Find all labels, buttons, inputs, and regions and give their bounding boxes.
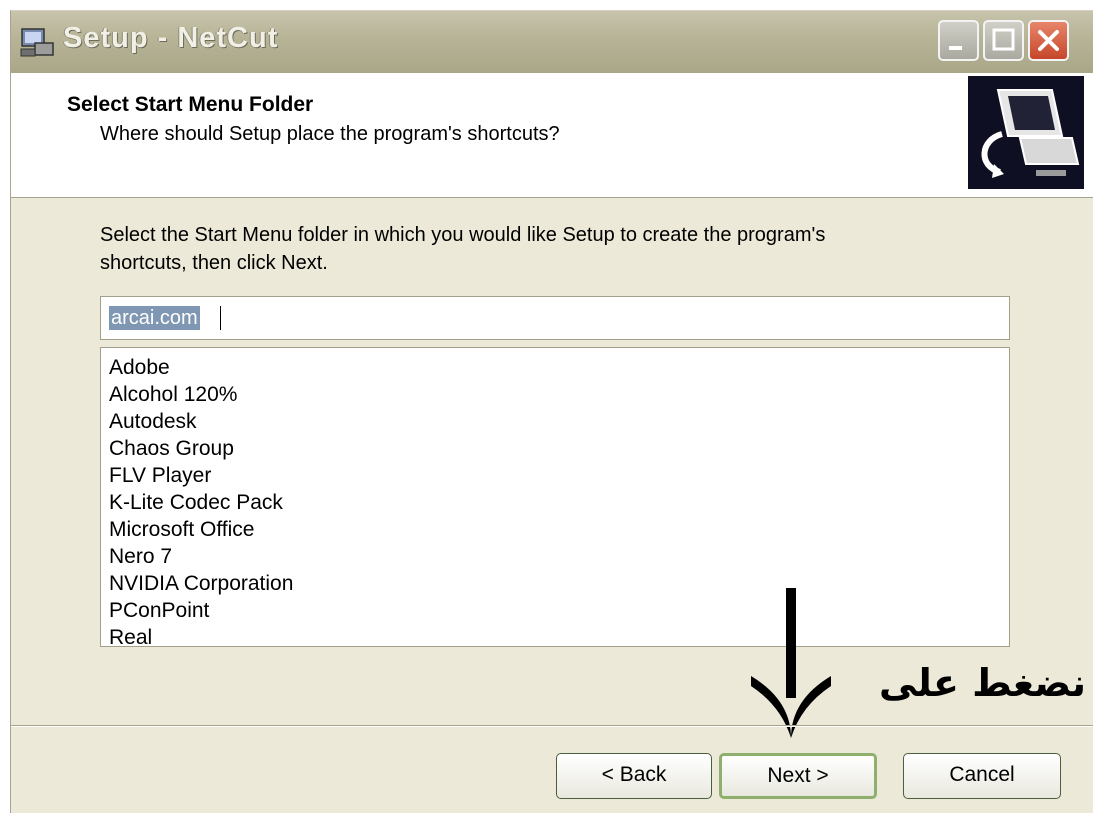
- setup-computer-icon: [20, 28, 54, 57]
- back-button[interactable]: < Back: [556, 753, 712, 799]
- window-title: Setup - NetCut: [63, 22, 279, 54]
- list-item[interactable]: Real: [109, 624, 293, 646]
- minimize-icon: [949, 46, 962, 50]
- close-icon: [1038, 30, 1059, 51]
- list-item[interactable]: K-Lite Codec Pack: [109, 489, 293, 516]
- page-title: Select Start Menu Folder: [67, 93, 314, 116]
- start-menu-folder-input[interactable]: arcai.com: [100, 296, 1010, 340]
- cancel-button[interactable]: Cancel: [903, 753, 1061, 799]
- folder-listbox[interactable]: Adobe Alcohol 120% Autodesk Chaos Group …: [100, 347, 1010, 647]
- install-computer-icon: [968, 76, 1084, 189]
- maximize-button[interactable]: [983, 20, 1024, 61]
- instructions-line-2: shortcuts, then click Next.: [100, 252, 328, 274]
- instructions-text: Select the Start Menu folder in which yo…: [100, 221, 980, 277]
- annotation-label: نضغط على: [879, 661, 1086, 705]
- minimize-button[interactable]: [938, 20, 979, 61]
- list-item[interactable]: NVIDIA Corporation: [109, 570, 293, 597]
- text-caret: [220, 306, 221, 330]
- list-item[interactable]: FLV Player: [109, 462, 293, 489]
- footer-divider: [11, 725, 1093, 727]
- list-item[interactable]: Autodesk: [109, 408, 293, 435]
- maximize-icon: [992, 28, 1015, 51]
- folder-input-value: arcai.com: [109, 306, 200, 330]
- close-button[interactable]: [1028, 20, 1069, 61]
- list-item[interactable]: Chaos Group: [109, 435, 293, 462]
- list-item[interactable]: Alcohol 120%: [109, 381, 293, 408]
- list-item[interactable]: Adobe: [109, 354, 293, 381]
- list-item[interactable]: Nero 7: [109, 543, 293, 570]
- folder-list: Adobe Alcohol 120% Autodesk Chaos Group …: [109, 354, 293, 646]
- wizard-header: Select Start Menu Folder Where should Se…: [11, 73, 1093, 198]
- list-item[interactable]: PConPoint: [109, 597, 293, 624]
- setup-window: Setup - NetCut Select Start Menu Folder …: [10, 10, 1093, 813]
- arrow-down-icon: [751, 588, 831, 738]
- list-item[interactable]: Microsoft Office: [109, 516, 293, 543]
- title-bar[interactable]: Setup - NetCut: [11, 11, 1093, 74]
- page-subtitle: Where should Setup place the program's s…: [100, 123, 560, 145]
- instructions-line-1: Select the Start Menu folder in which yo…: [100, 224, 826, 246]
- next-button[interactable]: Next >: [719, 753, 877, 799]
